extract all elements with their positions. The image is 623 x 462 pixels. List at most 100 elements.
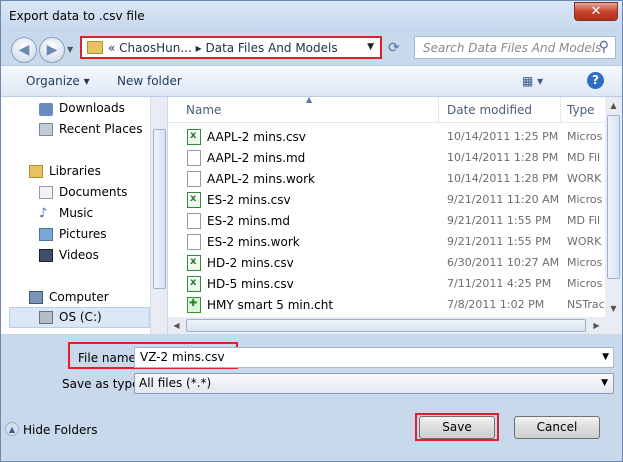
file-name-dropdown-icon[interactable]: ▼	[602, 352, 609, 362]
document-file-icon	[187, 213, 201, 229]
file-date: 7/8/2011 1:02 PM	[447, 298, 545, 311]
table-row[interactable]: AAPL-2 mins.md 10/14/2011 1:28 PM MD Fil	[168, 148, 605, 169]
search-box[interactable]: Search Data Files And Models ⚲	[414, 36, 616, 59]
sort-ascending-icon: ▲	[306, 97, 313, 104]
hide-folders-button[interactable]: Hide Folders	[23, 423, 98, 437]
table-row[interactable]: HMY smart 5 min.cht 7/8/2011 1:02 PM NSTra…	[168, 295, 605, 316]
breadcrumb-separator-icon[interactable]: ▸	[196, 41, 202, 55]
cancel-button[interactable]: Cancel	[514, 416, 600, 439]
organize-button[interactable]: Organize ▾	[26, 74, 90, 88]
document-file-icon	[187, 171, 201, 187]
nav-scrollbar[interactable]	[150, 97, 167, 334]
hide-folders-icon[interactable]: ▲	[5, 422, 19, 436]
folder-icon	[87, 41, 103, 54]
nav-item-music[interactable]: Music	[59, 206, 93, 220]
nav-item-recent-places[interactable]: Recent Places	[59, 122, 142, 136]
table-row[interactable]: AAPL-2 mins.work 10/14/2011 1:28 PM WORK	[168, 169, 605, 190]
breadcrumb-data-files[interactable]: Data Files And Models	[205, 41, 337, 55]
computer-icon	[29, 291, 43, 304]
file-name: HD-2 mins.csv	[207, 256, 294, 270]
file-name: HMY smart 5 min.cht	[207, 298, 334, 312]
table-row[interactable]: ES-2 mins.csv 9/21/2011 11:20 AM Micros	[168, 190, 605, 211]
file-name: AAPL-2 mins.work	[207, 172, 315, 186]
nav-item-os-c[interactable]: OS (C:)	[59, 310, 102, 324]
table-row[interactable]: HD-2 mins.csv 6/30/2011 10:27 AM Micros	[168, 253, 605, 274]
file-date: 10/14/2011 1:28 PM	[447, 172, 559, 185]
file-list-vscroll-thumb[interactable]	[607, 115, 620, 279]
drive-icon	[39, 311, 53, 324]
file-name: ES-2 mins.work	[207, 235, 300, 249]
column-date-modified[interactable]: Date modified	[447, 103, 532, 117]
file-type: Micros	[567, 130, 603, 143]
column-type[interactable]: Type	[567, 103, 595, 117]
search-input[interactable]: Search Data Files And Models	[423, 41, 601, 55]
file-name-value: VZ-2 mins.csv	[140, 350, 225, 364]
command-toolbar: Organize ▾ New folder ▦ ▾ ?	[1, 65, 622, 97]
views-icon[interactable]: ▦ ▾	[522, 74, 543, 88]
save-as-type-label: Save as type:	[62, 377, 144, 391]
scroll-left-arrow-icon[interactable]: ◀	[168, 317, 185, 334]
nav-item-pictures[interactable]: Pictures	[59, 227, 107, 241]
navigation-bar: ◀ ▶ ▼ « ChaosHun... ▸ Data Files And Mod…	[1, 31, 622, 65]
file-type: NSTrac	[567, 298, 605, 311]
nav-item-documents[interactable]: Documents	[59, 185, 127, 199]
back-arrow-icon: ◀	[18, 42, 30, 58]
file-type: WORK	[567, 172, 602, 185]
table-row[interactable]: ES-2 mins.work 9/21/2011 1:55 PM WORK	[168, 232, 605, 253]
history-dropdown-icon[interactable]: ▼	[67, 45, 73, 54]
documents-icon	[39, 186, 53, 199]
search-icon[interactable]: ⚲	[599, 39, 609, 55]
nav-item-downloads[interactable]: Downloads	[59, 101, 125, 115]
file-date: 10/14/2011 1:28 PM	[447, 151, 559, 164]
file-type: WORK	[567, 235, 602, 248]
file-type: Micros	[567, 277, 603, 290]
new-folder-button[interactable]: New folder	[117, 74, 182, 88]
file-list-hscroll-thumb[interactable]	[186, 319, 586, 332]
save-as-type-select[interactable]: All files (*.*) ▼	[134, 373, 614, 394]
breadcrumb-overflow[interactable]: «	[108, 41, 115, 55]
document-file-icon	[187, 234, 201, 250]
title-bar: Export data to .csv file ✕	[1, 1, 622, 31]
excel-file-icon	[187, 255, 201, 271]
save-button[interactable]: Save	[419, 416, 495, 439]
scroll-down-arrow-icon[interactable]: ▼	[605, 300, 622, 317]
help-icon[interactable]: ?	[587, 72, 604, 89]
table-row[interactable]: ES-2 mins.md 9/21/2011 1:55 PM MD Fil	[168, 211, 605, 232]
file-list-hscrollbar[interactable]: ◀ ▶	[168, 317, 605, 334]
file-date: 9/21/2011 1:55 PM	[447, 214, 552, 227]
file-date: 9/21/2011 1:55 PM	[447, 235, 552, 248]
scroll-up-arrow-icon[interactable]: ▲	[605, 97, 622, 114]
close-button[interactable]: ✕	[574, 2, 618, 21]
table-row[interactable]: AAPL-2 mins.csv 10/14/2011 1:25 PM Micros	[168, 127, 605, 148]
scroll-right-arrow-icon[interactable]: ▶	[588, 317, 605, 334]
file-name: ES-2 mins.csv	[207, 193, 291, 207]
breadcrumb-chaoshunter[interactable]: ChaosHun...	[119, 41, 192, 55]
export-dialog: Export data to .csv file ✕ ◀ ▶ ▼ « Chaos…	[0, 0, 623, 462]
file-type: MD Fil	[567, 214, 601, 227]
excel-file-icon	[187, 192, 201, 208]
file-date: 6/30/2011 10:27 AM	[447, 256, 560, 269]
column-name[interactable]: Name	[186, 103, 221, 117]
excel-file-icon	[187, 276, 201, 292]
column-headers: Name ▲ Date modified Type	[168, 97, 605, 123]
file-date: 7/11/2011 4:25 PM	[447, 277, 552, 290]
excel-file-icon	[187, 129, 201, 145]
file-type: Micros	[567, 256, 603, 269]
videos-icon	[39, 249, 53, 262]
file-list-vscrollbar[interactable]: ▲ ▼	[605, 97, 622, 317]
forward-button[interactable]: ▶	[39, 37, 65, 63]
nav-scroll-thumb[interactable]	[153, 129, 166, 289]
address-bar[interactable]: « ChaosHun... ▸ Data Files And Models ▼	[80, 36, 382, 59]
nav-item-videos[interactable]: Videos	[59, 248, 99, 262]
file-name-input[interactable]: VZ-2 mins.csv ▼	[134, 347, 614, 368]
back-button[interactable]: ◀	[11, 37, 37, 63]
window-title: Export data to .csv file	[9, 9, 145, 23]
refresh-icon[interactable]: ⟳	[388, 40, 400, 56]
address-dropdown-icon[interactable]: ▼	[367, 42, 374, 52]
nav-item-libraries[interactable]: Libraries	[49, 164, 101, 178]
downloads-icon	[39, 103, 53, 116]
forward-arrow-icon: ▶	[46, 42, 58, 58]
save-as-type-dropdown-icon[interactable]: ▼	[601, 378, 608, 388]
table-row[interactable]: HD-5 mins.csv 7/11/2011 4:25 PM Micros	[168, 274, 605, 295]
nav-item-computer[interactable]: Computer	[49, 290, 109, 304]
